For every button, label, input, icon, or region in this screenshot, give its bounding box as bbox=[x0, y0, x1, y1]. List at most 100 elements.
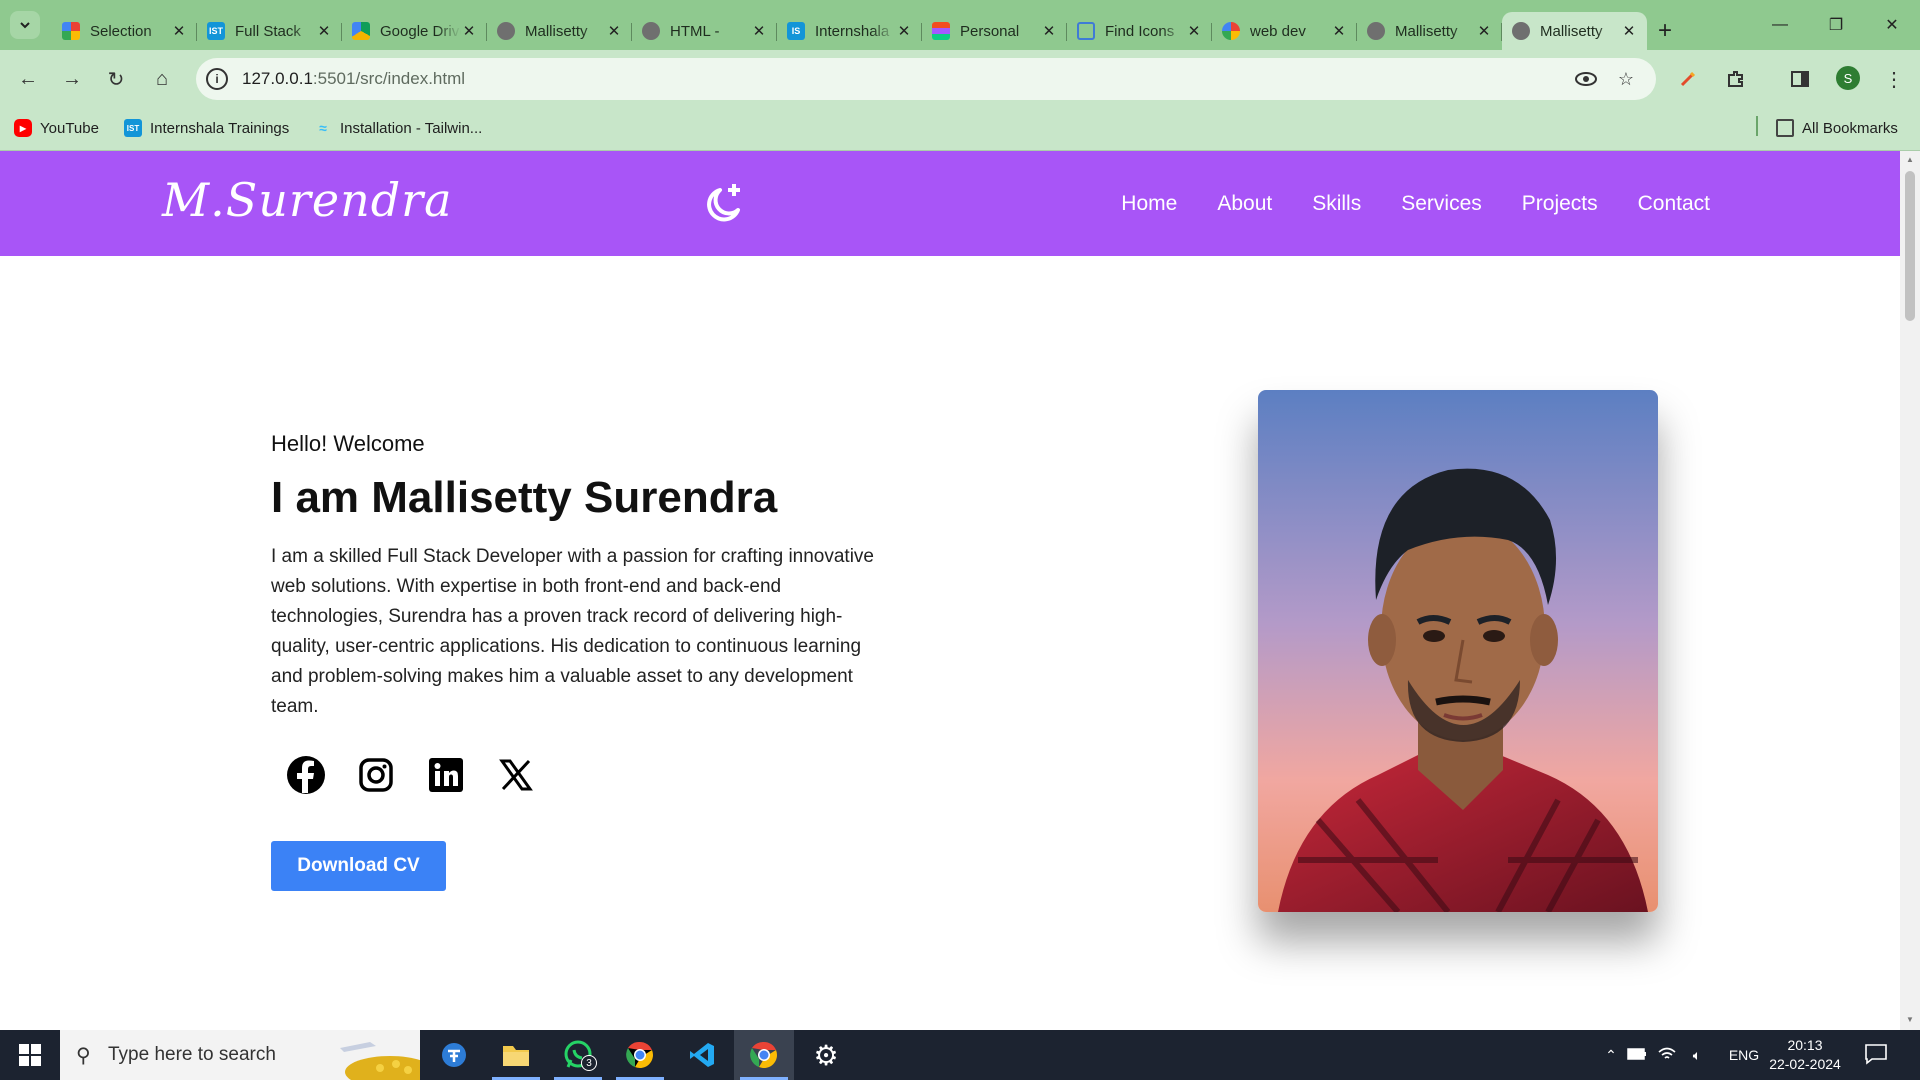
tab-mallisetty-2[interactable]: Mallisetty ✕ bbox=[1357, 12, 1502, 50]
clock-time: 20:13 bbox=[1787, 1037, 1823, 1053]
menu-kebab-icon[interactable]: ⋮ bbox=[1878, 63, 1910, 95]
browser-toolbar: ← → ↻ ⌂ i 127.0.0.1:5501/src/index.html … bbox=[0, 50, 1920, 108]
linkedin-icon[interactable] bbox=[426, 755, 466, 795]
forward-icon[interactable]: → bbox=[56, 63, 88, 95]
app-icon bbox=[442, 1043, 466, 1067]
tab-search-button[interactable] bbox=[10, 11, 40, 39]
bookmark-tailwind[interactable]: ≈ Installation - Tailwin... bbox=[314, 119, 482, 137]
page-scrollbar[interactable]: ▲ ▼ bbox=[1900, 151, 1920, 1030]
taskbar-search-input[interactable]: ⚲ Type here to search bbox=[60, 1030, 420, 1080]
address-bar[interactable]: i 127.0.0.1:5501/src/index.html ☆ bbox=[196, 58, 1656, 100]
nav-skills[interactable]: Skills bbox=[1312, 192, 1361, 216]
close-icon[interactable]: ✕ bbox=[896, 22, 912, 40]
bookmark-star-icon[interactable]: ☆ bbox=[1614, 67, 1638, 91]
chrome-icon bbox=[626, 1041, 653, 1068]
bookmark-internshala[interactable]: IST Internshala Trainings bbox=[124, 119, 289, 137]
tab-title: Personal bbox=[960, 22, 1020, 40]
close-icon[interactable]: ✕ bbox=[316, 22, 332, 40]
scroll-up-icon[interactable]: ▲ bbox=[1905, 155, 1915, 164]
theme-toggle-moon-icon[interactable] bbox=[700, 180, 748, 228]
site-logo[interactable]: M.Surendra bbox=[162, 173, 453, 227]
reload-icon[interactable]: ↻ bbox=[100, 63, 132, 95]
url-text[interactable]: 127.0.0.1:5501/src/index.html bbox=[242, 69, 465, 89]
home-icon[interactable]: ⌂ bbox=[146, 63, 178, 95]
hero-description: I am a skilled Full Stack Developer with… bbox=[271, 546, 874, 717]
nav-contact[interactable]: Contact bbox=[1638, 192, 1710, 216]
tab-selection[interactable]: Selection ✕ bbox=[52, 12, 197, 50]
taskbar-app-whatsapp[interactable]: 3 bbox=[548, 1030, 608, 1080]
all-bookmarks-button[interactable]: All Bookmarks bbox=[1776, 119, 1898, 137]
x-icon[interactable] bbox=[496, 755, 536, 795]
tab-mallisetty[interactable]: Mallisetty ✕ bbox=[487, 12, 632, 50]
tab-personal[interactable]: Personal ✕ bbox=[922, 12, 1067, 50]
eye-icon[interactable] bbox=[1574, 67, 1598, 91]
site-header: M.Surendra Home About Skills Services Pr… bbox=[0, 151, 1900, 256]
site-nav: Home About Skills Services Projects Cont… bbox=[1121, 151, 1710, 256]
clock[interactable]: 20:13 22-02-2024 bbox=[1765, 1036, 1845, 1074]
tab-google-drive[interactable]: Google Drive ✕ bbox=[342, 12, 487, 50]
taskbar-app-chrome[interactable] bbox=[734, 1030, 794, 1080]
minimize-icon[interactable]: — bbox=[1752, 0, 1808, 50]
language-indicator[interactable]: ENG bbox=[1724, 1047, 1764, 1063]
tab-html[interactable]: HTML - ✕ bbox=[632, 12, 777, 50]
close-icon[interactable]: ✕ bbox=[606, 22, 622, 40]
notification-icon[interactable] bbox=[1864, 1043, 1890, 1067]
close-icon[interactable]: ✕ bbox=[461, 22, 477, 40]
close-icon[interactable]: ✕ bbox=[751, 22, 767, 40]
tab-find-icons[interactable]: Find Icons ✕ bbox=[1067, 12, 1212, 50]
nav-about[interactable]: About bbox=[1217, 192, 1272, 216]
profile-avatar[interactable]: S bbox=[1836, 66, 1860, 90]
close-icon[interactable]: ✕ bbox=[1621, 22, 1637, 40]
close-icon[interactable]: ✕ bbox=[1331, 22, 1347, 40]
facebook-icon[interactable] bbox=[286, 755, 326, 795]
taskbar-app-chrome-profile[interactable] bbox=[610, 1030, 670, 1080]
page-viewport: M.Surendra Home About Skills Services Pr… bbox=[0, 151, 1900, 1030]
flag-icon bbox=[1077, 22, 1095, 40]
nav-services[interactable]: Services bbox=[1401, 192, 1482, 216]
close-icon[interactable]: ✕ bbox=[171, 22, 187, 40]
scroll-thumb[interactable] bbox=[1905, 171, 1915, 321]
close-icon[interactable]: ✕ bbox=[1041, 22, 1057, 40]
tab-web-dev[interactable]: web dev ✕ bbox=[1212, 12, 1357, 50]
download-cv-button[interactable]: Download CV bbox=[271, 841, 446, 891]
tailwind-icon: ≈ bbox=[319, 120, 327, 136]
tab-title: Mallisetty bbox=[525, 22, 588, 40]
close-window-icon[interactable]: ✕ bbox=[1864, 0, 1920, 50]
scroll-down-icon[interactable]: ▼ bbox=[1905, 1015, 1915, 1024]
tab-full-stack[interactable]: IST Full Stack ✕ bbox=[197, 12, 342, 50]
windows-start-icon[interactable] bbox=[0, 1030, 60, 1080]
nav-projects[interactable]: Projects bbox=[1522, 192, 1598, 216]
extension-pen-icon[interactable] bbox=[1672, 63, 1704, 95]
nav-home[interactable]: Home bbox=[1121, 192, 1177, 216]
folder-icon bbox=[1776, 119, 1794, 137]
restore-icon[interactable]: ❐ bbox=[1808, 0, 1864, 50]
battery-icon[interactable] bbox=[1622, 1047, 1652, 1063]
site-info-icon[interactable]: i bbox=[206, 68, 228, 90]
tab-title: Selection bbox=[90, 22, 152, 40]
globe-icon bbox=[642, 22, 660, 40]
globe-icon bbox=[1367, 22, 1385, 40]
wifi-icon[interactable] bbox=[1652, 1047, 1682, 1064]
bookmark-youtube[interactable]: ▶ YouTube bbox=[14, 119, 99, 137]
tab-mallisetty-active[interactable]: Mallisetty ✕ bbox=[1502, 12, 1647, 50]
back-icon[interactable]: ← bbox=[12, 63, 44, 95]
search-icon: ⚲ bbox=[76, 1045, 91, 1067]
url-host: 127.0.0.1 bbox=[242, 69, 313, 88]
chevron-up-icon[interactable]: ⌃ bbox=[1600, 1047, 1622, 1064]
instagram-icon[interactable] bbox=[356, 755, 396, 795]
taskbar-app-settings[interactable]: ⚙ bbox=[796, 1030, 856, 1080]
tab-internshala[interactable]: IS Internshala ✕ bbox=[777, 12, 922, 50]
figma-icon bbox=[932, 22, 950, 40]
taskbar-app-file-explorer[interactable] bbox=[486, 1030, 546, 1080]
taskbar-app-teams[interactable] bbox=[424, 1030, 484, 1080]
extensions-puzzle-icon[interactable] bbox=[1720, 63, 1752, 95]
close-icon[interactable]: ✕ bbox=[1186, 22, 1202, 40]
side-panel-icon[interactable] bbox=[1784, 63, 1816, 95]
new-tab-button[interactable]: + bbox=[1647, 12, 1683, 50]
tab-strip: Selection ✕ IST Full Stack ✕ Google Driv… bbox=[0, 0, 1920, 50]
volume-icon[interactable]: 🔈︎ bbox=[1682, 1047, 1712, 1064]
search-placeholder: Type here to search bbox=[108, 1044, 276, 1065]
taskbar-app-vscode[interactable] bbox=[672, 1030, 732, 1080]
close-icon[interactable]: ✕ bbox=[1476, 22, 1492, 40]
tab-title: web dev bbox=[1250, 22, 1306, 40]
